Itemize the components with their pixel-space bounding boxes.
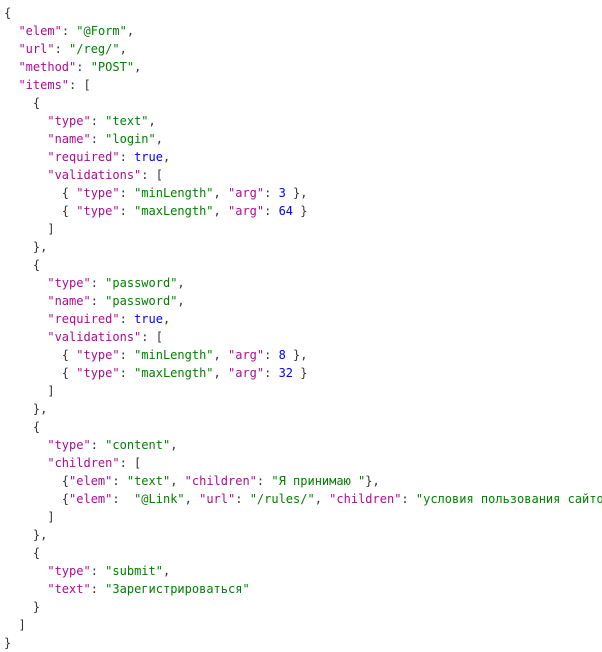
key-children: "children" (185, 474, 257, 488)
key-items: "items" (18, 78, 69, 92)
val-form: "@Form" (76, 24, 127, 38)
key-url: "url" (18, 42, 54, 56)
val-login: "login" (105, 132, 156, 146)
val-64: 64 (279, 204, 293, 218)
key-type: "type" (47, 276, 90, 290)
val-terms: "условия пользования сайтом" (416, 492, 602, 506)
key-elem: "elem" (69, 474, 112, 488)
key-required: "required" (47, 150, 119, 164)
key-type: "type" (47, 114, 90, 128)
key-name: "name" (47, 294, 90, 308)
val-rules: "/rules/" (250, 492, 315, 506)
key-type: "type" (76, 366, 119, 380)
key-type: "type" (76, 204, 119, 218)
val-password: "password" (105, 294, 177, 308)
val-8: 8 (279, 348, 286, 362)
val-password-type: "password" (105, 276, 177, 290)
val-maxlength: "maxLength" (134, 366, 213, 380)
key-required: "required" (47, 312, 119, 326)
val-submit: "submit" (105, 564, 163, 578)
val-content: "content" (105, 438, 170, 452)
val-post: "POST" (91, 60, 134, 74)
val-maxlength: "maxLength" (134, 204, 213, 218)
val-reg: "/reg/" (69, 42, 120, 56)
key-arg: "arg" (228, 186, 264, 200)
key-elem: "elem" (18, 24, 61, 38)
key-text: "text" (47, 582, 90, 596)
val-minlength: "minLength" (134, 186, 213, 200)
val-accept: "Я принимаю " (271, 474, 365, 488)
key-arg: "arg" (228, 366, 264, 380)
key-method: "method" (18, 60, 76, 74)
val-true: true (134, 150, 163, 164)
val-true: true (134, 312, 163, 326)
key-arg: "arg" (228, 348, 264, 362)
val-elem-text: "text" (127, 474, 170, 488)
val-32: 32 (279, 366, 293, 380)
key-validations: "validations" (47, 168, 141, 182)
val-register: "Зарегистрироваться" (105, 582, 250, 596)
key-children: "children" (329, 492, 401, 506)
key-type: "type" (76, 348, 119, 362)
key-url: "url" (199, 492, 235, 506)
key-elem: "elem" (69, 492, 112, 506)
key-type: "type" (47, 438, 90, 452)
key-name: "name" (47, 132, 90, 146)
val-link: "@Link" (134, 492, 185, 506)
val-minlength: "minLength" (134, 348, 213, 362)
key-children: "children" (47, 456, 119, 470)
key-validations: "validations" (47, 330, 141, 344)
val-3: 3 (279, 186, 286, 200)
val-text: "text" (105, 114, 148, 128)
key-type: "type" (47, 564, 90, 578)
key-type: "type" (76, 186, 119, 200)
json-code-block: { "elem": "@Form", "url": "/reg/", "meth… (0, 0, 602, 652)
key-arg: "arg" (228, 204, 264, 218)
